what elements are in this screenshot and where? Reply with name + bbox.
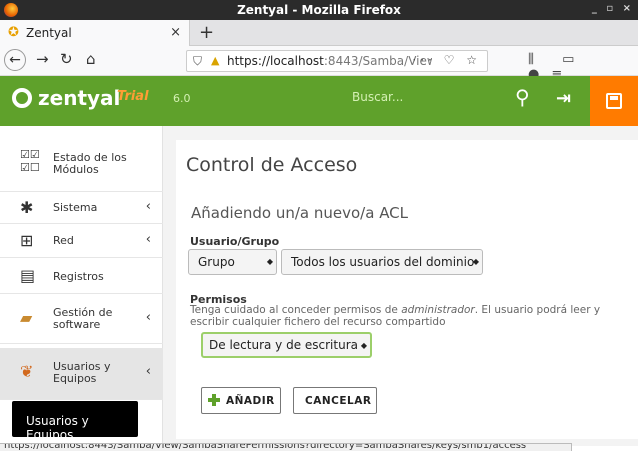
window-titlebar: Zentyal - Mozilla Firefox _ ▫ × xyxy=(0,0,638,20)
sidebar-item-label: Red xyxy=(53,234,74,247)
back-button[interactable]: ← xyxy=(4,49,26,71)
permission-value: De lectura y de escritura xyxy=(209,338,358,352)
url-text[interactable]: https://localhost:8443/Samba/View/S xyxy=(227,54,432,68)
group-value: Todos los usuarios del dominio xyxy=(291,255,475,269)
user-type-select[interactable]: Grupo ◆ xyxy=(188,249,277,275)
home-icon[interactable]: ⌂ xyxy=(86,50,96,68)
sidebar: ☑☑ ☑☐ Estado de los Módulos ✱ Sistema ‹ ⊞… xyxy=(0,126,163,446)
user-type-value: Grupo xyxy=(198,255,235,269)
sidebar-item-logs[interactable]: ▤ Registros xyxy=(0,258,163,294)
status-icon: ☑☑ ☑☐ xyxy=(20,148,40,174)
sidebar-tooltip: Usuarios y Equipos xyxy=(12,401,138,442)
chevron-left-icon: ‹ xyxy=(145,199,151,214)
save-changes-button[interactable] xyxy=(590,76,638,126)
sidebar-item-network[interactable]: ⊞ Red ‹ xyxy=(0,224,163,258)
sidebar-item-dashboard[interactable]: ☑☑ ☑☐ Estado de los Módulos xyxy=(0,126,163,192)
sidebar-item-system[interactable]: ✱ Sistema ‹ xyxy=(0,192,163,224)
save-icon xyxy=(606,93,622,109)
gear-icon: ✱ xyxy=(20,198,34,217)
navigation-bar: ← → ↻ ⌂ ⛉ ▲ https://localhost:8443/Samba… xyxy=(0,46,638,82)
version-label: 6.0 xyxy=(173,92,191,105)
sidebar-item-label: Registros xyxy=(53,270,104,283)
new-tab-button[interactable]: + xyxy=(199,22,214,43)
sidebar-item-label: Usuarios y Equipos xyxy=(53,360,111,385)
user-group-label: Usuario/Grupo xyxy=(190,235,280,248)
brand-name[interactable]: zentyal xyxy=(38,86,120,110)
add-button-label: AÑADIR xyxy=(226,395,275,407)
logout-icon[interactable]: ⇥ xyxy=(556,88,571,109)
logs-icon: ▤ xyxy=(20,266,36,285)
url-bar[interactable]: ⛉ ▲ https://localhost:8443/Samba/View/S … xyxy=(186,50,488,72)
lock-warning-icon[interactable]: ▲ xyxy=(211,54,219,67)
status-bar: https://localhost:8443/Samba/View/SambaS… xyxy=(0,443,572,451)
chevron-left-icon: ‹ xyxy=(145,364,151,379)
app-header: zentyal Trial 6.0 Buscar... ⚲ ⇥ xyxy=(0,76,638,126)
software-box-icon: ▰ xyxy=(20,308,33,327)
search-input[interactable]: Buscar... xyxy=(352,90,508,104)
sidebar-item-software[interactable]: ▰ Gestión de software ‹ xyxy=(0,294,163,344)
main-content: Control de Acceso Añadiendo un/a nuevo/a… xyxy=(163,126,638,446)
chevron-down-icon: ◆ xyxy=(360,341,367,350)
status-url: https://localhost:8443/Samba/View/SambaS… xyxy=(4,443,527,451)
chevron-down-icon: ◆ xyxy=(266,257,273,266)
window-controls[interactable]: _ ▫ × xyxy=(592,3,634,14)
zentyal-favicon-icon: ✪ xyxy=(8,25,19,40)
sidebar-item-users[interactable]: ❦ Usuarios y Equipos ‹ xyxy=(0,348,163,400)
url-host: https://localhost xyxy=(227,54,324,68)
tab-close-icon[interactable]: × xyxy=(170,25,181,40)
permissions-help: Tenga cuidado al conceder permisos de ad… xyxy=(190,304,638,328)
chevron-left-icon: ‹ xyxy=(145,310,151,325)
forward-icon[interactable]: → xyxy=(36,50,49,68)
tab-bar: ✪ Zentyal × + xyxy=(0,20,638,46)
permission-select[interactable]: De lectura y de escritura ◆ xyxy=(201,332,372,358)
tab-label: Zentyal xyxy=(26,26,72,40)
help-text-emphasis: administrador xyxy=(401,304,475,316)
window-title: Zentyal - Mozilla Firefox xyxy=(237,3,401,17)
trial-badge: Trial xyxy=(117,89,149,104)
sidebar-item-label: Estado de los Módulos xyxy=(53,151,127,176)
page-title: Control de Acceso xyxy=(186,154,358,176)
network-icon: ⊞ xyxy=(20,231,34,250)
form-title: Añadiendo un/a nuevo/a ACL xyxy=(191,204,409,222)
zentyal-logo-icon xyxy=(12,88,32,108)
page-title-bar: Control de Acceso xyxy=(176,140,638,190)
users-icon: ❦ xyxy=(20,362,34,381)
chevron-down-icon: ◆ xyxy=(472,257,479,266)
tooltip-text: Usuarios y Equipos xyxy=(26,414,89,442)
add-button[interactable]: AÑADIR xyxy=(201,387,281,414)
url-action-icons[interactable]: ··· ♡ ☆ xyxy=(412,53,481,67)
cancel-button[interactable]: CANCELAR xyxy=(293,387,377,414)
chevron-left-icon: ‹ xyxy=(145,232,151,247)
reload-icon[interactable]: ↻ xyxy=(60,50,73,68)
group-select[interactable]: Todos los usuarios del dominio ◆ xyxy=(281,249,483,275)
sidebar-item-label: Gestión de software xyxy=(53,306,113,331)
help-text-start: Tenga cuidado al conceder permisos de xyxy=(190,304,402,316)
search-icon[interactable]: ⚲ xyxy=(515,85,530,109)
cancel-button-label: CANCELAR xyxy=(305,395,372,407)
shield-icon[interactable]: ⛉ xyxy=(193,54,202,69)
tab-zentyal[interactable]: ✪ Zentyal × xyxy=(0,20,190,46)
plus-icon xyxy=(208,394,220,406)
sidebar-item-label: Sistema xyxy=(53,201,98,214)
